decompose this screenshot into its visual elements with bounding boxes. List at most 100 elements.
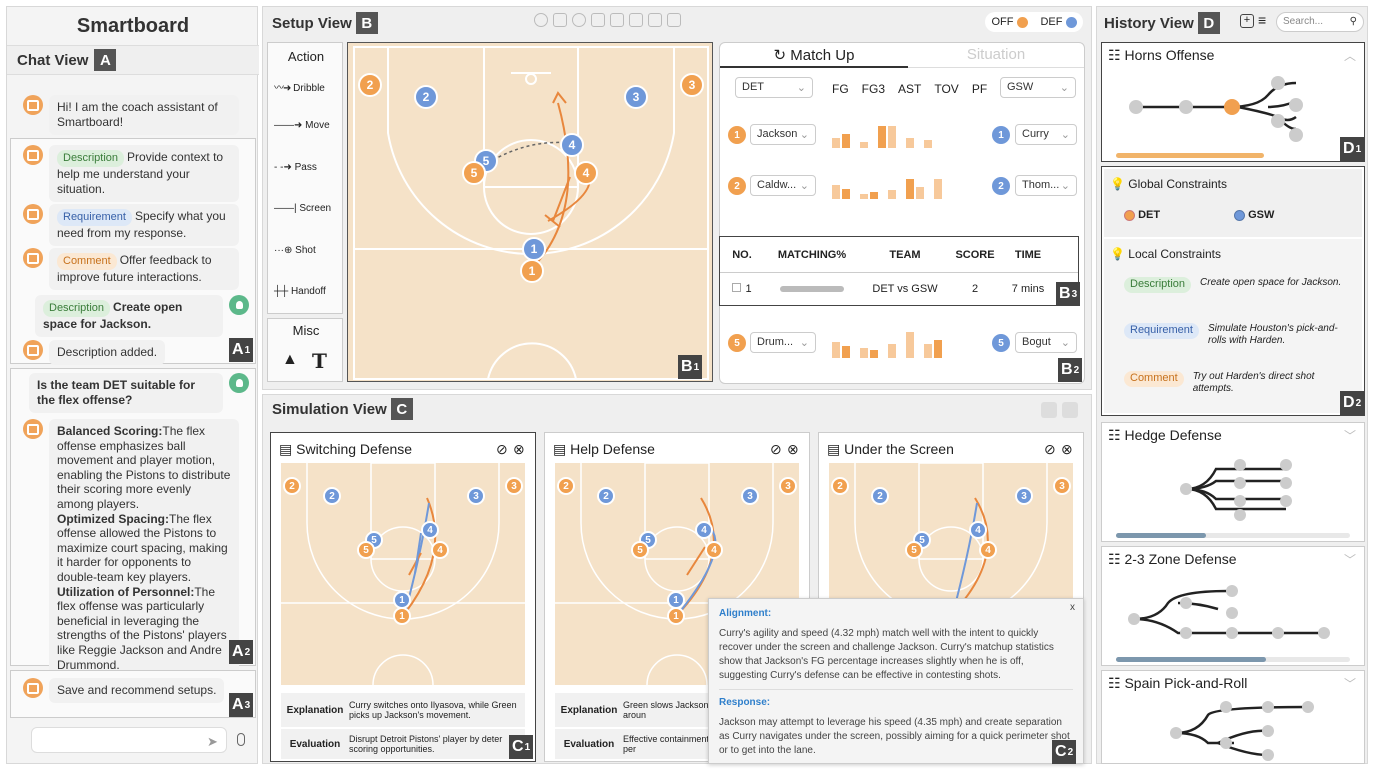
global-constraints-section: 💡 Global Constraints DET GSW: [1104, 169, 1362, 237]
history-item-horns[interactable]: ☷ Horns Offense ︿ D1: [1101, 42, 1365, 162]
trash-icon[interactable]: [667, 13, 681, 27]
row-number-icon: 5: [728, 334, 746, 352]
simulation-header: Simulation View C: [272, 398, 413, 420]
response-title: Response:: [719, 697, 771, 708]
lightbulb-icon: 💡: [1110, 247, 1125, 261]
question-text: Is the team DET suitable for the flex of…: [29, 373, 223, 413]
action-screen[interactable]: ——| Screen: [274, 203, 331, 214]
explanation-row: Explanation Curry switches onto Ilyasova,…: [281, 693, 525, 727]
matching-bar: [780, 286, 844, 292]
offense-player-1[interactable]: 1: [520, 259, 544, 283]
left-panel: Smartboard Chat View A Hi! I am the coac…: [6, 6, 259, 764]
tab-match-up[interactable]: ↻ Match Up: [720, 42, 908, 68]
action-pass[interactable]: - -➜ Pass: [274, 162, 317, 173]
send-icon[interactable]: ➤: [207, 734, 218, 750]
defense-player-4[interactable]: 4: [560, 133, 584, 157]
action-move[interactable]: ——➜ Move: [274, 120, 330, 131]
added-text: Description added.: [49, 340, 166, 365]
reject-icon[interactable]: ⊗: [787, 441, 799, 458]
bot-icon: [23, 419, 43, 439]
offense-player-3[interactable]: 3: [680, 73, 704, 97]
team-left-select[interactable]: DET ⌄: [735, 77, 813, 98]
refresh-icon[interactable]: [1041, 402, 1057, 418]
player-left-select[interactable]: Jackson ⌄: [750, 124, 816, 145]
accept-icon[interactable]: ⊘: [770, 441, 782, 458]
alignment-title: Alignment:: [719, 608, 772, 619]
label-a2: A2: [229, 640, 254, 664]
chat-view-tag: A: [94, 49, 117, 71]
results-table: NO. MATCHING% TEAM SCORE TIME 1 DET vs G…: [719, 236, 1079, 306]
player-icon: 3: [505, 477, 523, 495]
swap-icon[interactable]: [1062, 402, 1078, 418]
upload-icon[interactable]: [591, 13, 605, 27]
chevron-down-icon[interactable]: ﹀: [1344, 427, 1356, 444]
defense-player-1[interactable]: 1: [522, 237, 546, 261]
cone-icon[interactable]: ▲: [282, 351, 298, 369]
comment-hint: Comment Offer feedback to improve future …: [23, 248, 248, 290]
sim-card-switching[interactable]: ▤ Switching Defense ⊘ ⊗ 2 2 3 3 4 5 5 4 …: [270, 432, 536, 762]
offense-player-5[interactable]: 5: [462, 161, 486, 185]
defense-player-3[interactable]: 3: [624, 85, 648, 109]
close-icon[interactable]: x: [1070, 601, 1075, 615]
label-c2: C2: [1052, 740, 1077, 764]
chevron-up-icon[interactable]: ︿: [1344, 47, 1356, 64]
player-left-select[interactable]: Drum... ⌄: [750, 332, 816, 353]
history-item-spain[interactable]: ☷ Spain Pick-and-Roll ﹀: [1101, 670, 1365, 764]
team-right-select[interactable]: GSW ⌄: [1000, 77, 1076, 98]
microphone-icon[interactable]: [237, 733, 245, 746]
simulation-tag: C: [390, 398, 413, 420]
branch-icon[interactable]: [629, 13, 643, 27]
player-left-select[interactable]: Caldw... ⌄: [750, 175, 816, 196]
action-dribble[interactable]: 〰➜ Dribble: [274, 79, 325, 94]
text-tool-icon[interactable]: T: [312, 349, 327, 373]
history-item-title: ☷ Hedge Defense: [1108, 427, 1222, 443]
tab-situation[interactable]: Situation: [908, 42, 1084, 68]
save-icon[interactable]: [610, 13, 624, 27]
player-icon: 3: [1015, 487, 1033, 505]
bot-icon: [23, 145, 43, 165]
undo-icon[interactable]: [648, 13, 662, 27]
chevron-down-icon[interactable]: ﹀: [1344, 551, 1356, 568]
history-item-zone[interactable]: ☷ 2-3 Zone Defense ﹀: [1101, 546, 1365, 666]
player-icon: 2: [831, 477, 849, 495]
table-row[interactable]: 1 DET vs GSW 2 7 mins: [720, 273, 1078, 305]
row-checkbox[interactable]: [732, 283, 742, 292]
reject-icon[interactable]: ⊗: [513, 441, 525, 458]
offense-player-2[interactable]: 2: [358, 73, 382, 97]
accept-icon[interactable]: ⊘: [496, 441, 508, 458]
action-shot[interactable]: ···⊕ Shot: [274, 245, 316, 256]
row-number-icon: 2: [728, 177, 746, 195]
player-icon: 4: [979, 541, 997, 559]
player-right-select[interactable]: Bogut ⌄: [1015, 332, 1077, 353]
frame-icon[interactable]: [553, 13, 567, 27]
player-icon: 5: [905, 541, 923, 559]
chevron-down-icon[interactable]: ﹀: [1344, 675, 1356, 692]
chat-icon[interactable]: [534, 13, 548, 27]
defense-player-2[interactable]: 2: [414, 85, 438, 109]
player-right-select[interactable]: Curry ⌄: [1015, 124, 1077, 145]
label-a3: A3: [229, 693, 254, 717]
add-icon[interactable]: +: [1240, 14, 1254, 28]
player-right-select[interactable]: Thom... ⌄: [1015, 175, 1077, 196]
local-constraints-title: 💡 Local Constraints: [1110, 247, 1222, 261]
row-number-icon: 1: [728, 126, 746, 144]
bot-icon: [23, 340, 43, 360]
sort-icon[interactable]: ≡: [1258, 12, 1266, 28]
target-icon[interactable]: [572, 13, 586, 27]
sim-card-title: ▤ Switching Defense: [279, 441, 413, 457]
player-icon: 3: [467, 487, 485, 505]
setup-court[interactable]: 2 2 3 3 4 5 5 4 1 1 B1: [347, 42, 713, 382]
action-handoff[interactable]: ┼┼ Handoff: [274, 286, 326, 297]
accept-icon[interactable]: ⊘: [1044, 441, 1056, 458]
reject-icon[interactable]: ⊗: [1061, 441, 1073, 458]
history-search[interactable]: Search... ⚲: [1276, 12, 1364, 32]
off-def-toggle[interactable]: OFF DEF: [985, 12, 1083, 32]
offense-player-4[interactable]: 4: [574, 161, 598, 185]
history-item-hedge[interactable]: ☷ Hedge Defense ﹀: [1101, 422, 1365, 542]
court-lines: [353, 46, 709, 380]
player-icon: 1: [393, 607, 411, 625]
chat-input[interactable]: [31, 727, 227, 753]
setup-title: Setup View: [272, 14, 352, 32]
stat-bars: [832, 124, 934, 148]
history-progress: [1116, 153, 1264, 158]
